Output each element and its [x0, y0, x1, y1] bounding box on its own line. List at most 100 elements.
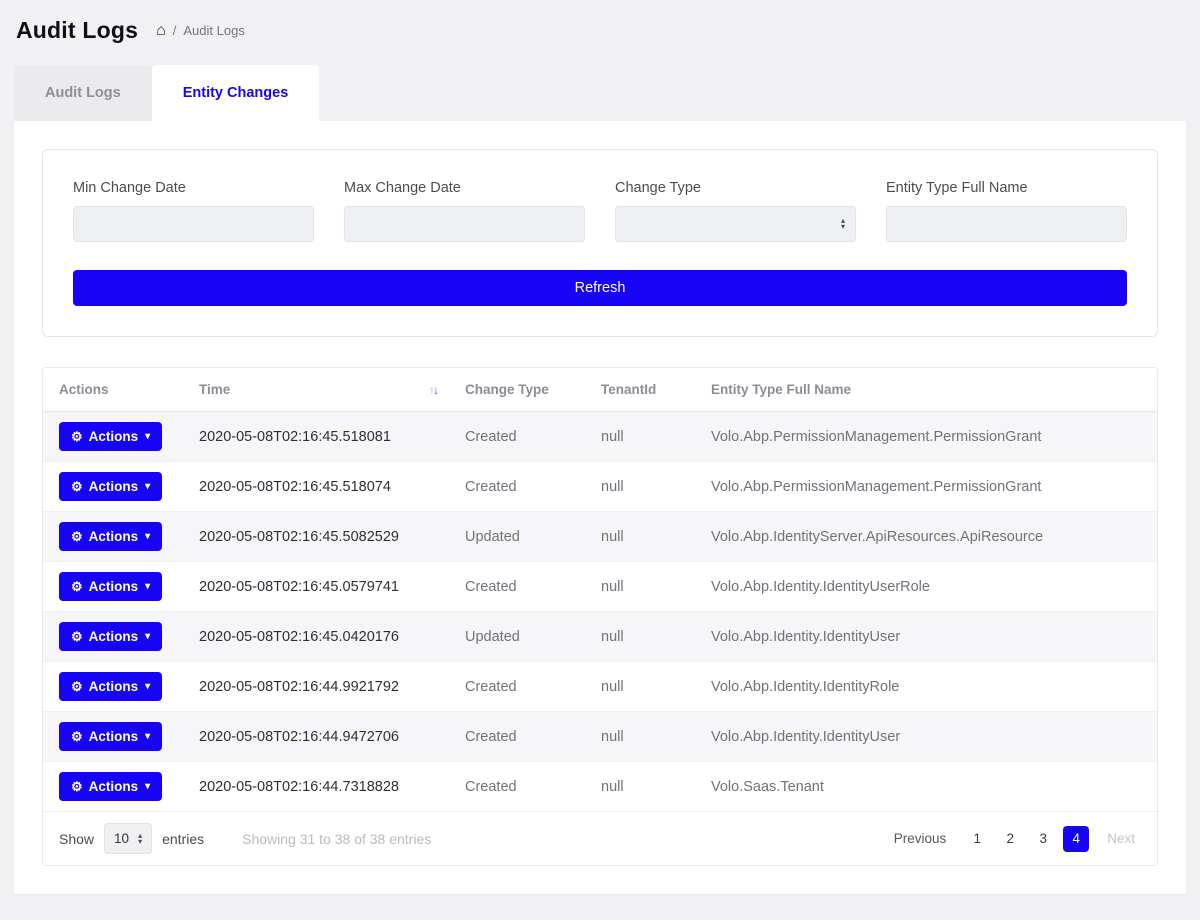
cell-change-type: Created — [457, 679, 593, 695]
cell-tenantid: null — [593, 729, 703, 745]
cell-actions: ⚙ Actions ▾ — [43, 522, 191, 551]
change-type-select[interactable]: ▴ ▾ — [615, 206, 856, 242]
cell-entity-type-full-name: Volo.Abp.IdentityServer.ApiResources.Api… — [703, 529, 1157, 545]
cell-tenantid: null — [593, 429, 703, 445]
breadcrumb-separator: / — [173, 23, 177, 38]
filter-card: Min Change Date Max Change Date Change T… — [42, 149, 1158, 337]
cell-change-type: Created — [457, 729, 593, 745]
gear-icon: ⚙ — [71, 730, 83, 743]
cell-actions: ⚙ Actions ▾ — [43, 572, 191, 601]
pagination-next[interactable]: Next — [1101, 830, 1141, 847]
cell-actions: ⚙ Actions ▾ — [43, 772, 191, 801]
cell-entity-type-full-name: Volo.Saas.Tenant — [703, 779, 1157, 795]
content-panel: Min Change Date Max Change Date Change T… — [14, 121, 1186, 894]
cell-tenantid: null — [593, 579, 703, 595]
pagination-page-3[interactable]: 3 — [1030, 826, 1056, 852]
col-header-time-label: Time — [199, 382, 230, 397]
row-actions-button[interactable]: ⚙ Actions ▾ — [59, 722, 162, 751]
cell-entity-type-full-name: Volo.Abp.Identity.IdentityUser — [703, 629, 1157, 645]
row-actions-label: Actions — [89, 729, 139, 744]
table-row: ⚙ Actions ▾ 2020-05-08T02:16:45.518081 C… — [43, 412, 1157, 462]
cell-time: 2020-05-08T02:16:45.5082529 — [191, 529, 457, 545]
row-actions-button[interactable]: ⚙ Actions ▾ — [59, 622, 162, 651]
tab-entity-changes[interactable]: Entity Changes — [152, 65, 320, 121]
pagination-previous[interactable]: Previous — [888, 830, 953, 847]
cell-change-type: Updated — [457, 529, 593, 545]
gear-icon: ⚙ — [71, 630, 83, 643]
row-actions-button[interactable]: ⚙ Actions ▾ — [59, 672, 162, 701]
row-actions-button[interactable]: ⚙ Actions ▾ — [59, 472, 162, 501]
page: Audit Logs ⌂ / Audit Logs Audit Logs Ent… — [0, 0, 1200, 894]
cell-tenantid: null — [593, 479, 703, 495]
pagination-page-1[interactable]: 1 — [964, 826, 990, 852]
cell-actions: ⚙ Actions ▾ — [43, 422, 191, 451]
gear-icon: ⚙ — [71, 480, 83, 493]
cell-time: 2020-05-08T02:16:45.0579741 — [191, 579, 457, 595]
cell-change-type: Created — [457, 579, 593, 595]
cell-time: 2020-05-08T02:16:45.518074 — [191, 479, 457, 495]
cell-entity-type-full-name: Volo.Abp.Identity.IdentityRole — [703, 679, 1157, 695]
caret-down-icon: ▾ — [145, 432, 150, 442]
pagination-pages: 1234 — [964, 826, 1089, 852]
cell-change-type: Created — [457, 779, 593, 795]
entity-changes-table: Actions Time ↑↓ Change Type TenantId Ent… — [42, 367, 1158, 866]
gear-icon: ⚙ — [71, 430, 83, 443]
cell-change-type: Updated — [457, 629, 593, 645]
caret-down-icon: ▾ — [145, 732, 150, 742]
cell-time: 2020-05-08T02:16:45.518081 — [191, 429, 457, 445]
entity-type-full-name-label: Entity Type Full Name — [886, 180, 1127, 196]
page-size-select[interactable]: 10 ▴ ▾ — [104, 823, 152, 854]
entries-label: entries — [162, 831, 204, 847]
row-actions-label: Actions — [89, 529, 139, 544]
cell-actions: ⚙ Actions ▾ — [43, 722, 191, 751]
filter-grid: Min Change Date Max Change Date Change T… — [73, 180, 1127, 242]
breadcrumb: ⌂ / Audit Logs — [156, 23, 245, 39]
field-max-change-date: Max Change Date — [344, 180, 585, 242]
cell-entity-type-full-name: Volo.Abp.PermissionManagement.Permission… — [703, 429, 1157, 445]
gear-icon: ⚙ — [71, 530, 83, 543]
tab-bar: Audit Logs Entity Changes — [0, 65, 1200, 121]
cell-time: 2020-05-08T02:16:44.9472706 — [191, 729, 457, 745]
field-change-type: Change Type ▴ ▾ — [615, 180, 856, 242]
sort-icon[interactable]: ↑↓ — [429, 383, 437, 397]
cell-change-type: Created — [457, 429, 593, 445]
select-arrow-down-icon: ▾ — [841, 224, 845, 230]
table-row: ⚙ Actions ▾ 2020-05-08T02:16:45.518074 C… — [43, 462, 1157, 512]
row-actions-button[interactable]: ⚙ Actions ▾ — [59, 522, 162, 551]
min-change-date-input[interactable] — [73, 206, 314, 242]
row-actions-button[interactable]: ⚙ Actions ▾ — [59, 772, 162, 801]
cell-actions: ⚙ Actions ▾ — [43, 672, 191, 701]
cell-change-type: Created — [457, 479, 593, 495]
home-icon[interactable]: ⌂ — [156, 23, 166, 39]
select-arrow-down-icon: ▾ — [138, 839, 142, 845]
cell-tenantid: null — [593, 679, 703, 695]
max-change-date-input[interactable] — [344, 206, 585, 242]
tab-audit-logs[interactable]: Audit Logs — [14, 65, 152, 121]
col-header-time[interactable]: Time ↑↓ — [191, 382, 457, 397]
page-header: Audit Logs ⌂ / Audit Logs — [0, 0, 1200, 57]
cell-entity-type-full-name: Volo.Abp.PermissionManagement.Permission… — [703, 479, 1157, 495]
row-actions-label: Actions — [89, 629, 139, 644]
row-actions-label: Actions — [89, 579, 139, 594]
pagination-page-2[interactable]: 2 — [997, 826, 1023, 852]
show-label: Show — [59, 831, 94, 847]
refresh-button[interactable]: Refresh — [73, 270, 1127, 306]
row-actions-label: Actions — [89, 479, 139, 494]
table-row: ⚙ Actions ▾ 2020-05-08T02:16:45.0420176 … — [43, 612, 1157, 662]
entity-type-full-name-input[interactable] — [886, 206, 1127, 242]
page-title: Audit Logs — [16, 17, 138, 44]
row-actions-button[interactable]: ⚙ Actions ▾ — [59, 422, 162, 451]
row-actions-label: Actions — [89, 779, 139, 794]
gear-icon: ⚙ — [71, 780, 83, 793]
caret-down-icon: ▾ — [145, 782, 150, 792]
pagination-page-4[interactable]: 4 — [1063, 826, 1089, 852]
breadcrumb-current: Audit Logs — [183, 23, 244, 38]
sort-down-icon: ↓ — [433, 383, 437, 397]
cell-time: 2020-05-08T02:16:45.0420176 — [191, 629, 457, 645]
col-header-entity-type-full-name: Entity Type Full Name — [703, 382, 1157, 397]
caret-down-icon: ▾ — [145, 582, 150, 592]
pagination: Previous 1234 Next — [888, 826, 1141, 852]
caret-down-icon: ▾ — [145, 632, 150, 642]
row-actions-button[interactable]: ⚙ Actions ▾ — [59, 572, 162, 601]
cell-tenantid: null — [593, 629, 703, 645]
